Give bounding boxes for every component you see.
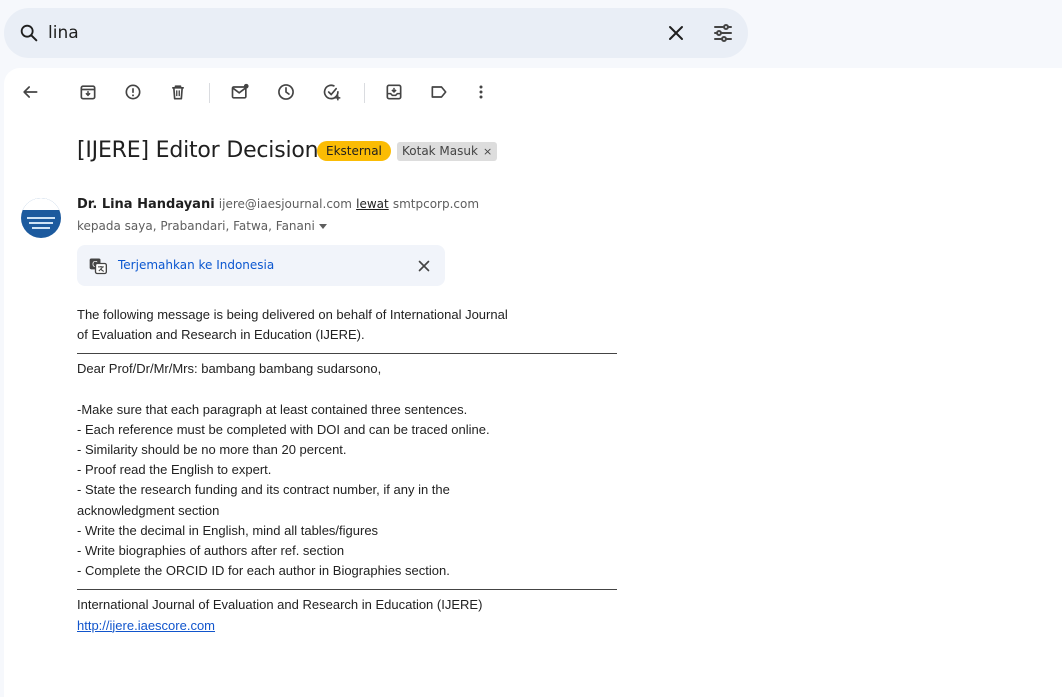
sender-name[interactable]: Dr. Lina Handayani	[77, 197, 215, 212]
toolbar-divider	[364, 83, 365, 103]
via-link[interactable]: lewat	[356, 197, 389, 211]
email-subject: [IJERE] Editor Decision	[77, 138, 319, 163]
search-bar[interactable]: lina	[4, 8, 748, 58]
mark-unread-icon[interactable]	[226, 78, 254, 106]
divider	[77, 589, 617, 591]
arrow-back-icon[interactable]	[16, 78, 44, 106]
search-input[interactable]: lina	[48, 23, 79, 43]
recipients-text: kepada saya, Prabandari, Fatwa, Fanani	[77, 219, 315, 233]
remove-label-button[interactable]: ×	[483, 145, 492, 158]
caret-down-icon[interactable]	[318, 224, 327, 229]
body-greeting: Dear Prof/Dr/Mr/Mrs: bambang bambang sud…	[77, 361, 382, 377]
toolbar-divider	[209, 83, 210, 103]
email-view: [IJERE] Editor Decision Eksternal Kotak …	[4, 68, 1062, 697]
divider	[77, 353, 617, 355]
search-icon[interactable]	[18, 22, 40, 44]
tune-icon[interactable]	[711, 21, 735, 45]
report-spam-icon[interactable]	[119, 78, 147, 106]
add-task-icon[interactable]	[318, 78, 346, 106]
translate-link[interactable]: Terjemahkan ke Indonesia	[118, 258, 274, 272]
body-intro: The following message is being delivered…	[77, 307, 508, 343]
toolbar	[4, 78, 1062, 106]
trash-icon[interactable]	[164, 78, 192, 106]
inbox-label-text: Kotak Masuk	[402, 144, 478, 158]
avatar[interactable]	[21, 198, 61, 238]
close-icon[interactable]	[415, 257, 433, 275]
translate-icon: G	[89, 258, 107, 275]
body-items: -Make sure that each paragraph at least …	[77, 401, 490, 579]
move-to-icon[interactable]	[380, 78, 408, 106]
email-body: The following message is being delivered…	[77, 305, 637, 636]
more-vert-icon[interactable]	[467, 78, 495, 106]
translate-banner: G Terjemahkan ke Indonesia	[77, 245, 445, 286]
sender-line: Dr. Lina Handayani ijere@iaesjournal.com…	[77, 197, 479, 212]
footer-journal: International Journal of Evaluation and …	[77, 597, 483, 613]
archive-icon[interactable]	[74, 78, 102, 106]
sender-domain: smtpcorp.com	[392, 197, 480, 211]
snooze-icon[interactable]	[272, 78, 300, 106]
close-icon[interactable]	[664, 21, 688, 45]
sender-email: ijere@iaesjournal.com	[218, 197, 352, 211]
journal-link[interactable]: http://ijere.iaescore.com	[77, 618, 215, 633]
inbox-label[interactable]: Kotak Masuk ×	[397, 142, 498, 161]
recipients-dropdown[interactable]: kepada saya, Prabandari, Fatwa, Fanani	[77, 219, 327, 233]
label-icon[interactable]	[425, 78, 453, 106]
external-badge: Eksternal	[317, 141, 391, 161]
